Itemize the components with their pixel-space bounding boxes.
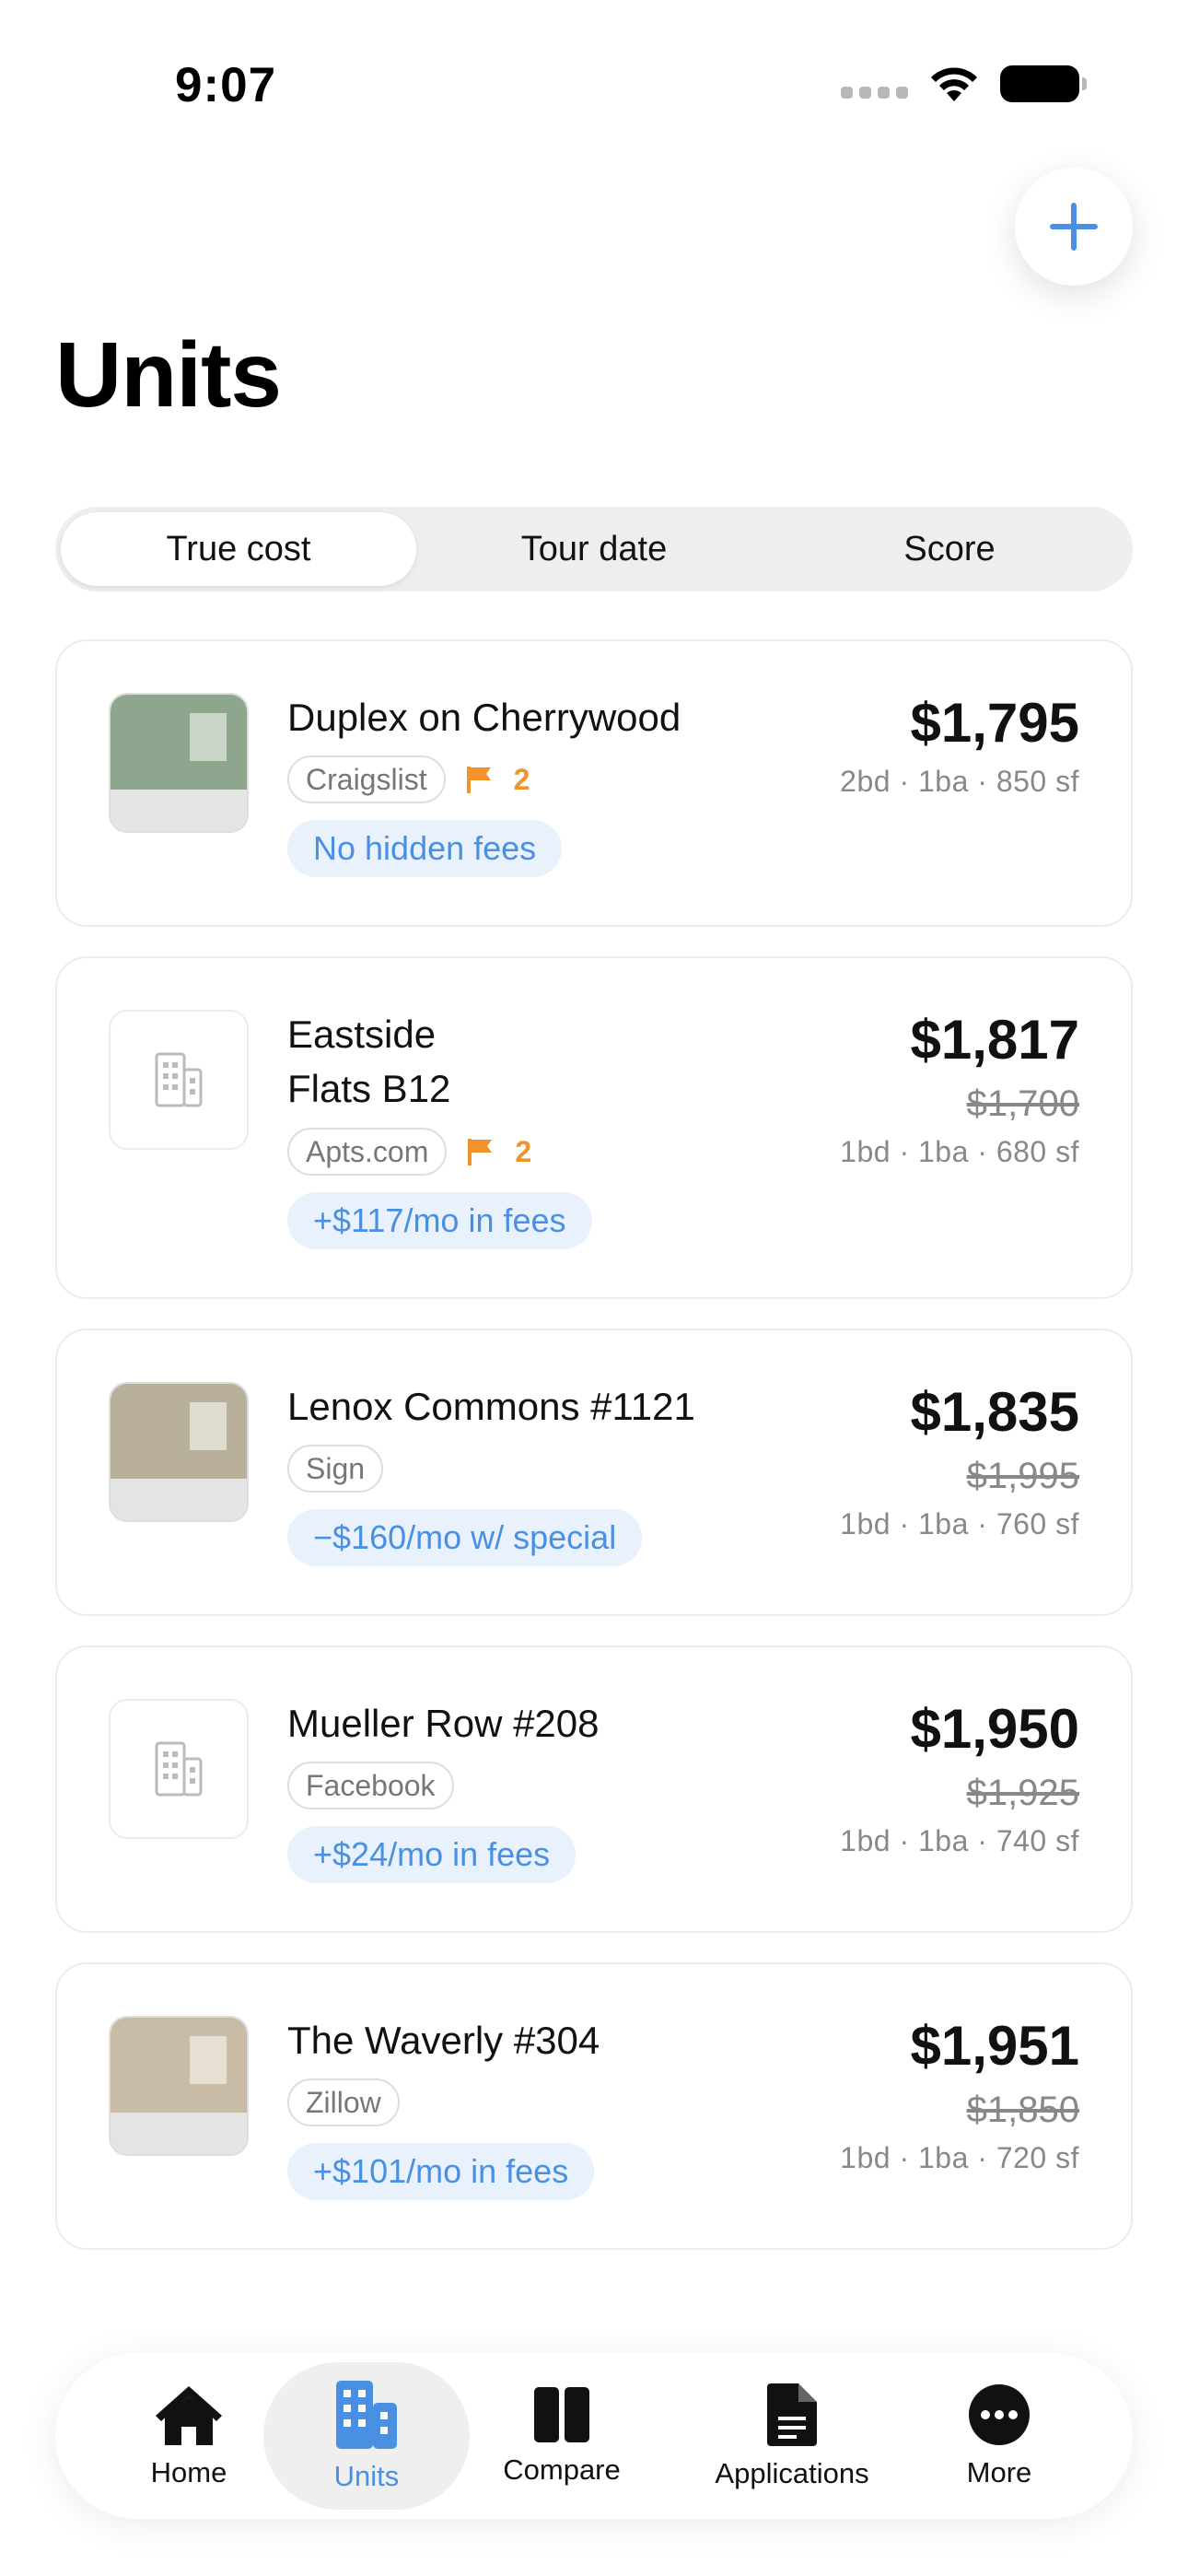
unit-meta: 1bd · 1ba · 720 sf [840,2141,1079,2174]
unit-photo-placeholder [109,1010,249,1150]
source-badge: Facebook [287,1762,454,1809]
wifi-icon [931,67,977,101]
unit-list: Duplex on Cherrywood Craigslist 2 No hid… [55,639,1133,2279]
columns-icon [534,2387,589,2442]
unit-card[interactable]: Eastside Flats B12 Apts.com 2 +$117/mo i… [55,956,1133,1299]
tab-label: More [966,2456,1032,2488]
flag-count: 2 [466,763,530,797]
unit-photo-placeholder [109,1699,249,1839]
fee-pill: No hidden fees [287,820,563,877]
segment-true-cost[interactable]: True cost [61,512,416,586]
tab-compare[interactable]: Compare [479,2353,645,2519]
unit-card[interactable]: Mueller Row #208 Facebook +$24/mo in fee… [55,1645,1133,1933]
tab-units[interactable]: Units [263,2353,470,2519]
unit-price: $1,835 [910,1381,1079,1443]
unit-photo [109,1382,249,1522]
flag-count-label: 2 [513,762,530,796]
unit-name: The Waverly #304 [287,2019,600,2062]
segment-score[interactable]: Score [772,512,1127,586]
fee-pill: +$117/mo in fees [287,1192,592,1249]
ellipsis-icon [969,2384,1030,2445]
status-icons [841,64,1087,103]
unit-price: $1,795 [910,692,1079,754]
building-icon [155,1052,203,1107]
tab-label: Home [150,2456,227,2488]
unit-meta: 1bd · 1ba · 760 sf [840,1507,1079,1540]
tab-applications[interactable]: Applications [681,2353,903,2519]
tab-label: Compare [503,2453,621,2486]
tab-home[interactable]: Home [111,2353,267,2519]
original-price: $1,850 [966,2090,1079,2130]
fee-pill: +$101/mo in fees [287,2143,595,2200]
add-unit-button[interactable] [1015,168,1133,286]
tab-label: Units [333,2460,400,2492]
unit-name-line-2: Flats B12 [287,1067,451,1110]
original-price: $1,700 [966,1083,1079,1124]
sort-segmented-control: True cost Tour date Score [55,507,1133,591]
battery-icon [1000,65,1087,102]
flag-icon [468,1139,493,1165]
unit-name: Mueller Row #208 [287,1702,600,1745]
source-badge: Sign [287,1445,384,1493]
unit-meta: 1bd · 1ba · 680 sf [840,1135,1079,1168]
source-badge: Craigslist [287,755,446,803]
unit-name: Duplex on Cherrywood [287,696,681,739]
segment-tour-date[interactable]: Tour date [416,512,772,586]
tab-label: Applications [715,2457,869,2489]
flag-count-label: 2 [515,1134,532,1168]
unit-price: $1,951 [910,2015,1079,2077]
page-title: Units [55,323,282,427]
building-icon [155,1741,203,1797]
document-icon [767,2383,817,2446]
unit-photo [109,2016,249,2156]
unit-card[interactable]: Lenox Commons #1121 Sign −$160/mo w/ spe… [55,1329,1133,1616]
source-badge: Zillow [287,2078,400,2126]
house-icon [156,2386,222,2445]
status-time: 9:07 [175,58,277,112]
fee-pill: +$24/mo in fees [287,1826,577,1883]
unit-price: $1,817 [910,1009,1079,1071]
tab-bar: Home Units Compare Applications More [55,2353,1133,2519]
flag-icon [466,767,491,793]
unit-photo [109,693,249,833]
original-price: $1,925 [966,1773,1079,1813]
cellular-signal-icon [841,86,908,99]
original-price: $1,995 [966,1456,1079,1496]
buildings-icon [336,2381,397,2449]
unit-price: $1,950 [910,1698,1079,1760]
unit-meta: 2bd · 1ba · 850 sf [840,765,1079,798]
unit-card[interactable]: The Waverly #304 Zillow +$101/mo in fees… [55,1962,1133,2250]
flag-count: 2 [467,1135,531,1169]
unit-name: Lenox Commons #1121 [287,1385,695,1428]
source-badge: Apts.com [287,1128,448,1176]
tab-more[interactable]: More [939,2353,1059,2519]
unit-card[interactable]: Duplex on Cherrywood Craigslist 2 No hid… [55,639,1133,927]
unit-name-line-1: Eastside [287,1013,437,1056]
unit-meta: 1bd · 1ba · 740 sf [840,1824,1079,1857]
special-pill: −$160/mo w/ special [287,1509,643,1566]
